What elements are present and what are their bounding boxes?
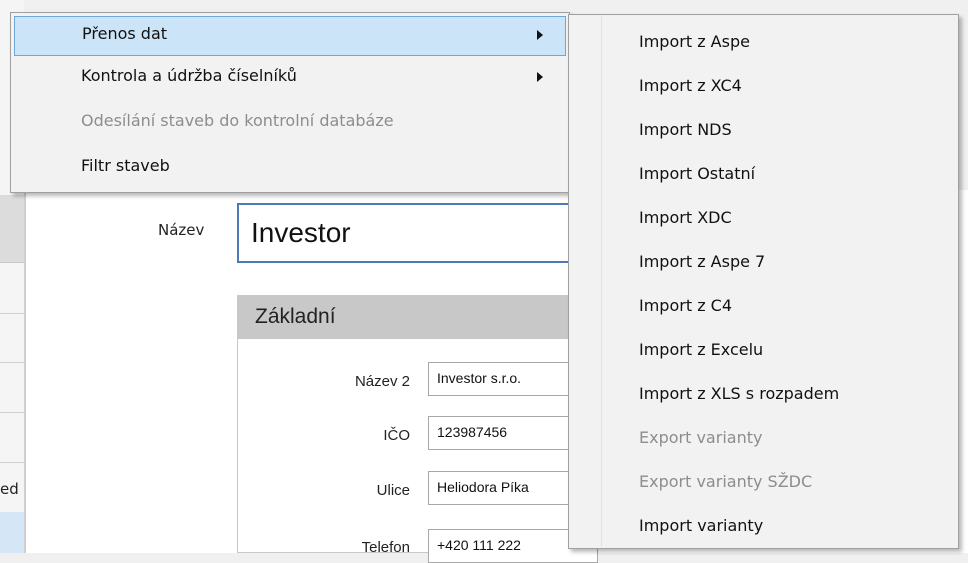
submenu-item-label: Import z XC4 xyxy=(639,76,742,95)
chevron-right-icon xyxy=(537,30,543,40)
submenu-item-label: Import z Aspe 7 xyxy=(639,252,766,271)
submenu-item-import-variant[interactable]: Import varianty xyxy=(569,505,958,549)
menu-item-data-transfer[interactable]: Přenos dat xyxy=(14,16,566,56)
submenu-item-import-aspe[interactable]: Import z Aspe xyxy=(569,21,958,65)
menu-item-label: Odesílání staveb do kontrolní databáze xyxy=(81,111,394,130)
submenu-item-import-other[interactable]: Import Ostatní xyxy=(569,153,958,197)
context-menu: Přenos dat Kontrola a údržba číselníků O… xyxy=(10,12,570,193)
menu-item-send-to-control-db: Odesílání staveb do kontrolní databáze xyxy=(11,103,569,143)
left-list-cut-text: ed xyxy=(0,480,19,498)
submenu-item-label: Import z C4 xyxy=(639,296,733,315)
submenu-item-import-aspe7[interactable]: Import z Aspe 7 xyxy=(569,241,958,285)
submenu-item-import-nds[interactable]: Import NDS xyxy=(569,109,958,153)
left-list-divider xyxy=(0,362,24,363)
left-list-divider xyxy=(0,412,24,413)
name2-label: Název 2 xyxy=(354,373,410,390)
submenu-item-label: Export varianty xyxy=(639,428,763,447)
submenu-item-import-c4[interactable]: Import z C4 xyxy=(569,285,958,329)
left-list-selected-row[interactable] xyxy=(0,512,24,553)
submenu-item-label: Export varianty SŽDC xyxy=(639,472,813,491)
menu-item-codelist-maintenance[interactable]: Kontrola a údržba číselníků xyxy=(11,58,569,98)
submenu-item-label: Import Ostatní xyxy=(639,164,756,183)
submenu-item-label: Import XDC xyxy=(639,208,732,227)
submenu-item-export-variant-szdc: Export varianty SŽDC xyxy=(569,461,958,505)
menu-item-label: Filtr staveb xyxy=(81,156,170,175)
submenu-item-label: Import varianty xyxy=(639,516,764,535)
phone-label: Telefon xyxy=(361,539,410,556)
menu-item-label: Kontrola a údržba číselníků xyxy=(81,66,297,85)
left-list-header xyxy=(0,195,24,263)
submenu-item-import-xls-breakdown[interactable]: Import z XLS s rozpadem xyxy=(569,373,958,417)
name-input[interactable]: Investor xyxy=(237,203,597,263)
submenu-item-label: Import z Aspe xyxy=(639,32,750,51)
submenu-item-import-xc4[interactable]: Import z XC4 xyxy=(569,65,958,109)
data-transfer-submenu: Import z Aspe Import z XC4 Import NDS Im… xyxy=(568,14,959,549)
submenu-item-export-variant: Export varianty xyxy=(569,417,958,461)
left-list-divider xyxy=(0,462,24,463)
submenu-item-label: Import z XLS s rozpadem xyxy=(639,384,840,403)
street-label: Ulice xyxy=(376,482,410,499)
basic-info-group-header[interactable]: Základní xyxy=(238,296,596,339)
ico-label: IČO xyxy=(383,427,410,444)
submenu-item-label: Import z Excelu xyxy=(639,340,764,359)
name-label: Název xyxy=(158,221,205,239)
basic-info-group: Základní Název 2 Investor s.r.o. IČO 123… xyxy=(237,295,598,563)
menu-item-filter-projects[interactable]: Filtr staveb xyxy=(11,148,569,188)
menu-item-label: Přenos dat xyxy=(82,24,168,43)
left-list-divider xyxy=(0,313,24,314)
submenu-item-import-excel[interactable]: Import z Excelu xyxy=(569,329,958,373)
chevron-right-icon xyxy=(537,72,543,82)
submenu-item-import-xdc[interactable]: Import XDC xyxy=(569,197,958,241)
submenu-item-label: Import NDS xyxy=(639,120,732,139)
